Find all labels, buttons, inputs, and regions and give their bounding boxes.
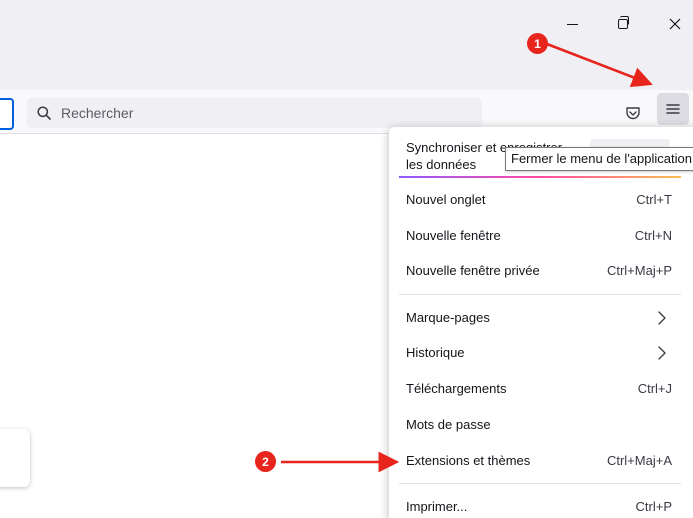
restore-button[interactable]	[608, 10, 638, 38]
menu-item-label: Nouvelle fenêtre privée	[406, 263, 540, 278]
menu-item-downloads[interactable]: Téléchargements Ctrl+J	[394, 372, 680, 406]
title-bar	[0, 0, 693, 90]
menu-item-passwords[interactable]: Mots de passe	[394, 408, 680, 442]
minimize-button[interactable]	[557, 10, 587, 38]
restore-icon	[618, 16, 629, 29]
menu-item-new-tab[interactable]: Nouvel onglet Ctrl+T	[394, 183, 680, 217]
content-card	[0, 429, 30, 487]
sync-gradient-divider	[399, 176, 681, 178]
menu-item-bookmarks[interactable]: Marque-pages	[394, 301, 680, 335]
menu-item-label: Nouvelle fenêtre	[406, 228, 501, 243]
chevron-right-icon	[658, 346, 666, 360]
annotation-step-1-badge: 1	[527, 33, 548, 54]
menu-item-label: Extensions et thèmes	[406, 453, 531, 468]
annotation-step-2-badge: 2	[255, 451, 276, 472]
menu-item-new-private-window[interactable]: Nouvelle fenêtre privée Ctrl+Maj+P	[394, 254, 680, 288]
hamburger-menu-icon	[666, 104, 680, 114]
url-bar[interactable]	[0, 98, 14, 130]
menu-item-new-window[interactable]: Nouvelle fenêtre Ctrl+N	[394, 219, 680, 253]
browser-window: Rechercher Synchroniser et enregistrer l…	[0, 0, 693, 518]
minimize-icon	[566, 23, 578, 25]
menu-item-shortcut: Ctrl+N	[634, 228, 672, 243]
search-input[interactable]: Rechercher	[27, 98, 482, 128]
pocket-button[interactable]	[618, 100, 648, 126]
menu-item-shortcut: Ctrl+Maj+A	[606, 453, 672, 468]
menu-item-history[interactable]: Historique	[394, 336, 680, 370]
menu-item-print[interactable]: Imprimer... Ctrl+P	[394, 490, 680, 518]
menu-divider	[399, 483, 681, 484]
menu-item-extensions-themes[interactable]: Extensions et thèmes Ctrl+Maj+A	[394, 444, 680, 478]
search-placeholder: Rechercher	[61, 105, 134, 121]
chevron-right-icon	[658, 311, 666, 325]
menu-item-label: Historique	[406, 345, 465, 360]
menu-item-shortcut: Ctrl+J	[637, 381, 672, 396]
menu-item-label: Imprimer...	[406, 499, 468, 514]
menu-item-shortcut: Ctrl+Maj+P	[606, 263, 672, 278]
menu-item-label: Mots de passe	[406, 417, 491, 432]
search-icon	[37, 106, 51, 120]
application-menu: Synchroniser et enregistrer les données …	[389, 127, 693, 518]
close-window-button[interactable]	[660, 10, 690, 38]
close-icon	[669, 18, 681, 30]
open-application-menu-button[interactable]	[657, 93, 689, 125]
pocket-icon	[626, 107, 640, 120]
menu-item-label: Téléchargements	[406, 381, 507, 396]
menu-item-shortcut: Ctrl+P	[635, 499, 672, 514]
menu-item-label: Nouvel onglet	[406, 192, 486, 207]
menu-button-tooltip: Fermer le menu de l'application	[505, 147, 693, 171]
menu-item-shortcut: Ctrl+T	[636, 192, 672, 207]
menu-item-label: Marque-pages	[406, 310, 490, 325]
sync-label-line2: les données	[406, 157, 477, 172]
menu-divider	[399, 294, 681, 295]
